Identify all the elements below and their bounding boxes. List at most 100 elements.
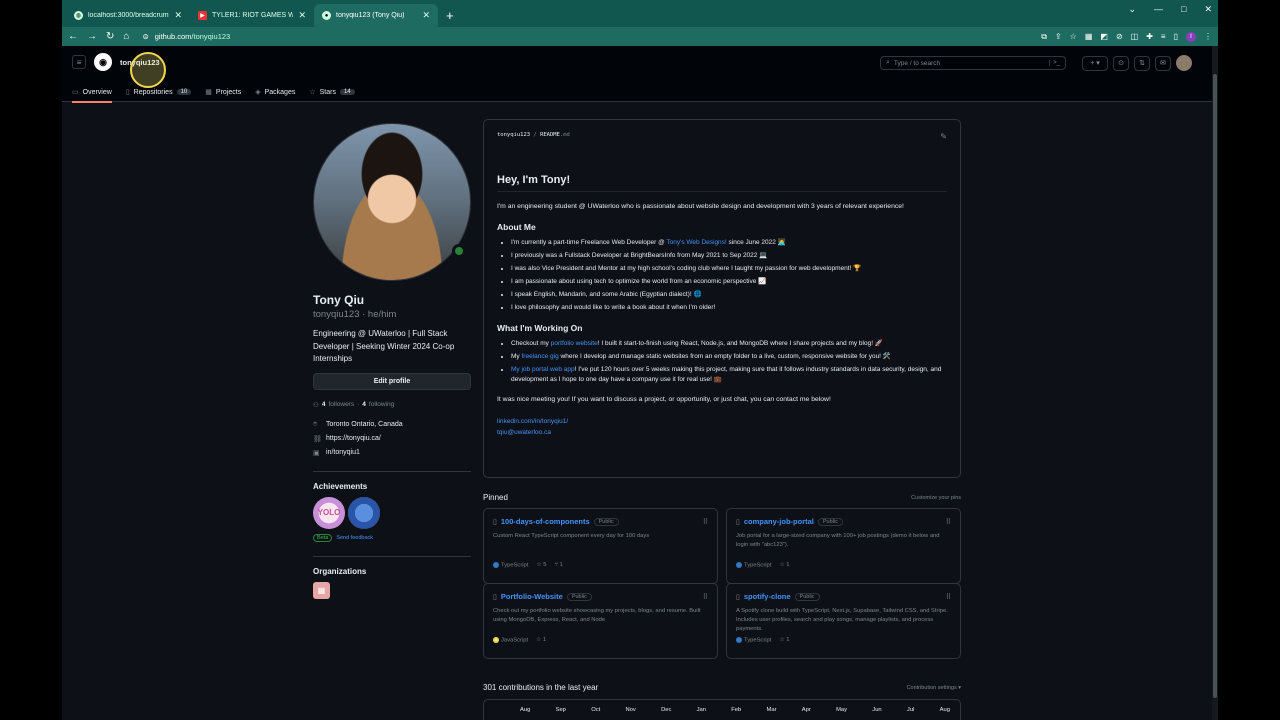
header-actions: + ▾ ⊙ ⇅ ✉ bbox=[1082, 55, 1192, 71]
language-color-dot bbox=[736, 637, 742, 643]
repo-icon: ▯ bbox=[125, 89, 130, 96]
profile-avatar[interactable]: I bbox=[1186, 31, 1196, 42]
stars-count[interactable]: ☆ 5 bbox=[536, 562, 546, 568]
close-icon[interactable]: ✕ bbox=[422, 10, 430, 21]
tab-label: Packages bbox=[264, 88, 296, 96]
followers-label[interactable]: followers bbox=[328, 401, 354, 408]
drag-handle-icon[interactable]: ⠿ bbox=[703, 518, 708, 526]
drag-handle-icon[interactable]: ⠿ bbox=[946, 593, 951, 601]
readme-owner[interactable]: tonyqiu123 bbox=[497, 132, 530, 138]
scrollbar[interactable] bbox=[1212, 46, 1218, 720]
job-portal-link[interactable]: My job portal web app bbox=[511, 366, 575, 373]
share-icon[interactable]: ⇪ bbox=[1055, 32, 1062, 41]
extension-icon[interactable]: ◫ bbox=[1131, 32, 1139, 41]
screenshot-icon[interactable]: ⧉ bbox=[1041, 32, 1047, 42]
organization-avatar[interactable]: ▦ bbox=[313, 581, 330, 599]
pinned-repo-card[interactable]: ▯ company-job-portal Public ⠿ Job portal… bbox=[726, 508, 961, 584]
following-count[interactable]: 4 bbox=[362, 401, 366, 408]
back-icon[interactable]: ← bbox=[68, 31, 78, 42]
send-feedback-link[interactable]: Send feedback bbox=[336, 535, 373, 541]
repo-name-link[interactable]: company-job-portal bbox=[744, 517, 814, 526]
scrollbar-thumb[interactable] bbox=[1213, 74, 1217, 698]
star-icon[interactable]: ☆ bbox=[1070, 32, 1077, 41]
status-icon[interactable] bbox=[452, 244, 466, 258]
drag-handle-icon[interactable]: ⠿ bbox=[703, 593, 708, 601]
pull-requests-icon[interactable]: ⇅ bbox=[1134, 55, 1150, 71]
website-link[interactable]: https://tonyqiu.ca/ bbox=[326, 435, 381, 442]
list-item: I previously was a Fullstack Developer a… bbox=[511, 251, 947, 261]
cursor-highlight bbox=[130, 52, 166, 88]
browser-tab[interactable]: ◍ localhost:3000/breadcrumb ✕ bbox=[66, 4, 190, 27]
hamburger-icon[interactable]: ≡ bbox=[72, 55, 86, 69]
chevron-down-icon[interactable]: ⌄ bbox=[1128, 4, 1136, 15]
puzzle-icon[interactable]: ✚ bbox=[1146, 32, 1153, 41]
sidebar-icon[interactable]: ▯ bbox=[1174, 32, 1178, 41]
quickdraw-badge-icon[interactable] bbox=[348, 496, 380, 529]
stars-count[interactable]: ☆ 1 bbox=[779, 637, 789, 643]
star-icon: ☆ bbox=[536, 562, 542, 569]
pinned-repo-card[interactable]: ▯ Portfolio-Website Public ⠿ Check out m… bbox=[483, 583, 718, 659]
inbox-icon[interactable]: ✉ bbox=[1155, 55, 1171, 71]
site-info-icon[interactable]: ⊜ bbox=[142, 32, 148, 41]
stars-count[interactable]: ☆ 1 bbox=[779, 562, 789, 568]
close-icon[interactable]: ✕ bbox=[298, 10, 306, 21]
maximize-icon[interactable]: □ bbox=[1181, 4, 1186, 15]
avatar[interactable] bbox=[1176, 55, 1192, 71]
close-icon[interactable]: ✕ bbox=[1204, 4, 1212, 15]
email-link[interactable]: tqiu@uwaterloo.ca bbox=[497, 427, 947, 438]
language-color-dot bbox=[493, 637, 499, 643]
tab-stars[interactable]: ☆ Stars 14 bbox=[309, 82, 355, 102]
browser-tab-active[interactable]: ● tonyqiu123 (Tony Qiu) ✕ bbox=[314, 4, 438, 27]
repo-name-link[interactable]: 100-days-of-components bbox=[501, 517, 590, 526]
menu-icon[interactable]: ⋮ bbox=[1204, 32, 1212, 41]
stars-count[interactable]: ☆ 1 bbox=[536, 637, 546, 643]
tonys-web-designs-link[interactable]: Tony's Web Designs! bbox=[666, 239, 726, 246]
minimize-icon[interactable]: — bbox=[1154, 4, 1163, 15]
browser-tab[interactable]: ▶ TYLER1: RIOT GAMES WHAT ARE ✕ bbox=[190, 4, 314, 27]
linkedin-link[interactable]: in/tonyqiu1 bbox=[326, 449, 360, 456]
followers-count[interactable]: 4 bbox=[322, 401, 326, 408]
tab-packages[interactable]: ◈ Packages bbox=[255, 82, 295, 102]
close-icon[interactable]: ✕ bbox=[174, 10, 182, 21]
url-field[interactable]: ⊜ github.com/tonyqiu123 bbox=[138, 30, 1032, 44]
readme-ext: .md bbox=[559, 132, 570, 138]
readme-intro: I'm an engineering student @ UWaterloo w… bbox=[497, 203, 904, 210]
playlist-icon[interactable]: ≡ bbox=[1161, 32, 1166, 41]
readme-file[interactable]: README bbox=[540, 132, 560, 138]
pinned-repo-card[interactable]: ▯ 100-days-of-components Public ⠿ Custom… bbox=[483, 508, 718, 584]
tab-projects[interactable]: ▦ Projects bbox=[205, 82, 241, 102]
tab-overview[interactable]: ▭ Overview bbox=[72, 82, 112, 103]
home-icon[interactable]: ⌂ bbox=[123, 31, 129, 42]
create-new-button[interactable]: + ▾ bbox=[1082, 55, 1108, 71]
drag-handle-icon[interactable]: ⠿ bbox=[946, 518, 951, 526]
language-color-dot bbox=[736, 562, 742, 568]
freelance-link[interactable]: freelance gig bbox=[521, 353, 558, 360]
forks-count[interactable]: ⑂ 1 bbox=[554, 562, 562, 568]
beta-label: Beta bbox=[313, 533, 333, 542]
issues-icon[interactable]: ⊙ bbox=[1113, 55, 1129, 71]
pinned-repo-card[interactable]: ▯ spotify-clone Public ⠿ A Spotify clone… bbox=[726, 583, 961, 659]
linkedin-link[interactable]: linkedin.com/in/tonyqiu1/ bbox=[497, 416, 947, 427]
repo-description: Job portal for a large-sized company wit… bbox=[736, 533, 940, 548]
pencil-icon[interactable]: ✎ bbox=[940, 132, 947, 141]
tab-repositories[interactable]: ▯ Repositories 10 bbox=[125, 82, 192, 102]
customize-pins-link[interactable]: Customize your pins bbox=[911, 495, 961, 501]
yolo-badge-icon[interactable]: YOLO bbox=[313, 496, 345, 529]
follow-stats: ⚇ 4 followers · 4 following bbox=[313, 401, 395, 409]
edit-profile-button[interactable]: Edit profile bbox=[313, 372, 471, 390]
extension-icon[interactable]: ⊘ bbox=[1116, 32, 1123, 41]
command-palette-icon[interactable]: >_ bbox=[1049, 60, 1060, 66]
portfolio-link[interactable]: portfolio website bbox=[551, 340, 598, 347]
contribution-settings-button[interactable]: Contribution settings ▾ bbox=[907, 685, 961, 691]
new-tab-button[interactable]: + bbox=[446, 8, 454, 23]
forward-icon[interactable]: → bbox=[87, 31, 97, 42]
github-logo-icon[interactable]: ◉ bbox=[94, 53, 112, 71]
repo-name-link[interactable]: Portfolio-Website bbox=[501, 592, 563, 601]
extension-icon[interactable]: ▦ bbox=[1085, 32, 1093, 41]
extension-icon[interactable]: ◩ bbox=[1100, 32, 1108, 41]
following-label[interactable]: following bbox=[369, 401, 394, 408]
search-input[interactable]: ⌕ Type / to search >_ bbox=[880, 56, 1066, 70]
reload-icon[interactable]: ↻ bbox=[106, 31, 114, 42]
repo-name-link[interactable]: spotify-clone bbox=[744, 592, 791, 601]
profile-avatar[interactable] bbox=[313, 123, 471, 281]
